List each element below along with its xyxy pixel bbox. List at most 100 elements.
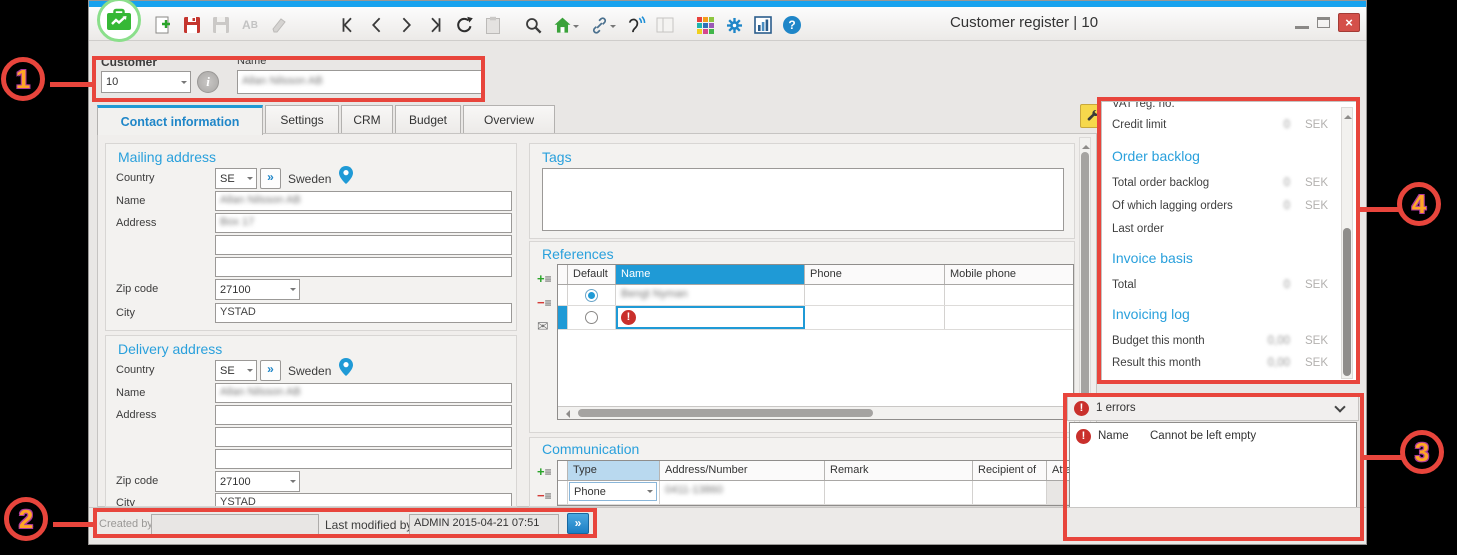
country-name-text: Sweden <box>288 172 331 186</box>
remove-row-icon[interactable]: −≡ <box>537 489 555 503</box>
scrollbar-thumb[interactable] <box>1081 152 1089 402</box>
communication-row-1[interactable]: Phone 0411-13860 <box>558 481 1073 505</box>
window-controls: × <box>1295 13 1360 32</box>
search-icon[interactable] <box>523 15 543 35</box>
city-label: City <box>116 497 135 507</box>
map-pin-icon[interactable] <box>339 166 353 189</box>
reports-icon[interactable] <box>753 15 773 35</box>
remove-row-icon[interactable]: −≡ <box>537 296 555 310</box>
scroll-up-icon[interactable] <box>1082 141 1090 149</box>
callout-circle-3: 3 <box>1400 430 1444 474</box>
column-header-type[interactable]: Type <box>568 461 660 480</box>
save-icon[interactable] <box>182 15 202 35</box>
cell-type[interactable]: Phone <box>568 481 660 504</box>
cell-phone[interactable] <box>805 306 945 329</box>
callout-line-1 <box>50 82 94 87</box>
dropdown-arrow-icon[interactable] <box>610 25 616 31</box>
tab-contact-information[interactable]: Contact information <box>97 105 263 135</box>
column-header-recipient-of[interactable]: Recipient of <box>973 461 1047 480</box>
cell-remark[interactable] <box>825 481 973 504</box>
communication-group: Communication +≡ −≡ Type Address/Number … <box>529 437 1075 507</box>
cell-mobile[interactable] <box>945 306 1073 329</box>
toolbar: AB <box>153 15 811 35</box>
add-row-icon[interactable]: +≡ <box>537 272 555 286</box>
delivery-city-input[interactable]: YSTAD <box>215 493 512 507</box>
country-label: Country <box>116 172 155 184</box>
references-grid: Default Name Phone Mobile phone Bengt Ny… <box>557 264 1074 420</box>
tab-crm[interactable]: CRM <box>341 105 393 134</box>
settings-icon[interactable] <box>724 15 744 35</box>
cell-phone[interactable] <box>805 285 945 305</box>
last-record-icon[interactable] <box>425 15 445 35</box>
clear-icon-disabled[interactable] <box>269 15 289 35</box>
country-goto-button[interactable]: » <box>260 360 281 381</box>
mailing-address-input-3[interactable] <box>215 257 512 277</box>
delivery-zip-combo[interactable]: 27100 <box>215 471 300 492</box>
callout-rect-1 <box>92 56 485 102</box>
mailing-address-input-2[interactable] <box>215 235 512 255</box>
column-header-name[interactable]: Name <box>616 265 805 284</box>
paste-icon-disabled[interactable] <box>483 15 503 35</box>
callout-line-3 <box>1362 455 1404 460</box>
type-combo[interactable]: Phone <box>569 482 657 501</box>
save-as-icon-disabled[interactable] <box>211 15 231 35</box>
rename-icon-disabled[interactable]: AB <box>240 15 260 35</box>
help-icon[interactable]: ? <box>782 15 802 35</box>
mailing-country-combo[interactable]: SE <box>215 168 257 189</box>
scrollbar-thumb[interactable] <box>578 409 873 417</box>
delivery-address-input-3[interactable] <box>215 449 512 469</box>
map-pin-icon[interactable] <box>339 358 353 381</box>
column-header-mobile-phone[interactable]: Mobile phone <box>945 265 1073 284</box>
mailing-name-input[interactable]: Allan Nilsson AB <box>215 191 512 211</box>
reference-row-2-editing[interactable] <box>558 306 1073 330</box>
tags-input[interactable] <box>542 168 1064 231</box>
references-horizontal-scrollbar[interactable] <box>558 406 1073 419</box>
link-icon[interactable] <box>589 15 617 35</box>
cell-name-focused-error[interactable] <box>616 306 805 329</box>
row-indicator <box>558 285 568 305</box>
previous-record-icon[interactable] <box>367 15 387 35</box>
app-logo-icon <box>97 0 141 42</box>
tab-settings[interactable]: Settings <box>265 105 339 134</box>
cell-name[interactable]: Bengt Nyman <box>616 285 805 305</box>
layout-icon-disabled[interactable] <box>655 15 675 35</box>
tab-overview[interactable]: Overview <box>463 105 555 134</box>
delivery-address-input-1[interactable] <box>215 405 512 425</box>
default-radio-selected[interactable] <box>585 289 598 302</box>
add-row-icon[interactable]: +≡ <box>537 465 555 479</box>
new-record-icon[interactable] <box>153 15 173 35</box>
delivery-address-input-2[interactable] <box>215 427 512 447</box>
tags-title: Tags <box>542 149 572 165</box>
column-header-address-number[interactable]: Address/Number <box>660 461 825 480</box>
default-radio[interactable] <box>585 311 598 324</box>
window-title: Customer register | 10 <box>889 14 1159 31</box>
envelope-icon[interactable]: ✉ <box>537 320 555 333</box>
next-record-icon[interactable] <box>396 15 416 35</box>
column-header-phone[interactable]: Phone <box>805 265 945 284</box>
references-title: References <box>542 246 614 262</box>
refresh-icon[interactable] <box>454 15 474 35</box>
mailing-zip-combo[interactable]: 27100 <box>215 279 300 300</box>
first-record-icon[interactable] <box>338 15 358 35</box>
cell-mobile[interactable] <box>945 285 1073 305</box>
maximize-button[interactable] <box>1317 17 1330 28</box>
cell-recipient-of[interactable] <box>973 481 1047 504</box>
mailing-address-input-1[interactable]: Box 17 <box>215 213 512 233</box>
cell-address-number[interactable]: 0411-13860 <box>660 481 825 504</box>
column-header-default[interactable]: Default <box>568 265 616 284</box>
tab-budget[interactable]: Budget <box>395 105 461 134</box>
delivery-name-input[interactable]: Allan Nilsson AB <box>215 383 512 403</box>
home-icon[interactable] <box>552 15 580 35</box>
scroll-left-icon[interactable] <box>562 410 570 418</box>
column-header-remark[interactable]: Remark <box>825 461 973 480</box>
name-label: Name <box>116 387 145 399</box>
dropdown-arrow-icon[interactable] <box>573 25 579 31</box>
country-goto-button[interactable]: » <box>260 168 281 189</box>
listen-icon[interactable] <box>626 15 646 35</box>
delivery-country-combo[interactable]: SE <box>215 360 257 381</box>
reference-row-1[interactable]: Bengt Nyman <box>558 285 1073 306</box>
mailing-city-input[interactable]: YSTAD <box>215 303 512 323</box>
close-button[interactable]: × <box>1338 13 1360 32</box>
apps-grid-icon[interactable] <box>695 15 715 35</box>
minimize-button[interactable] <box>1295 16 1309 29</box>
